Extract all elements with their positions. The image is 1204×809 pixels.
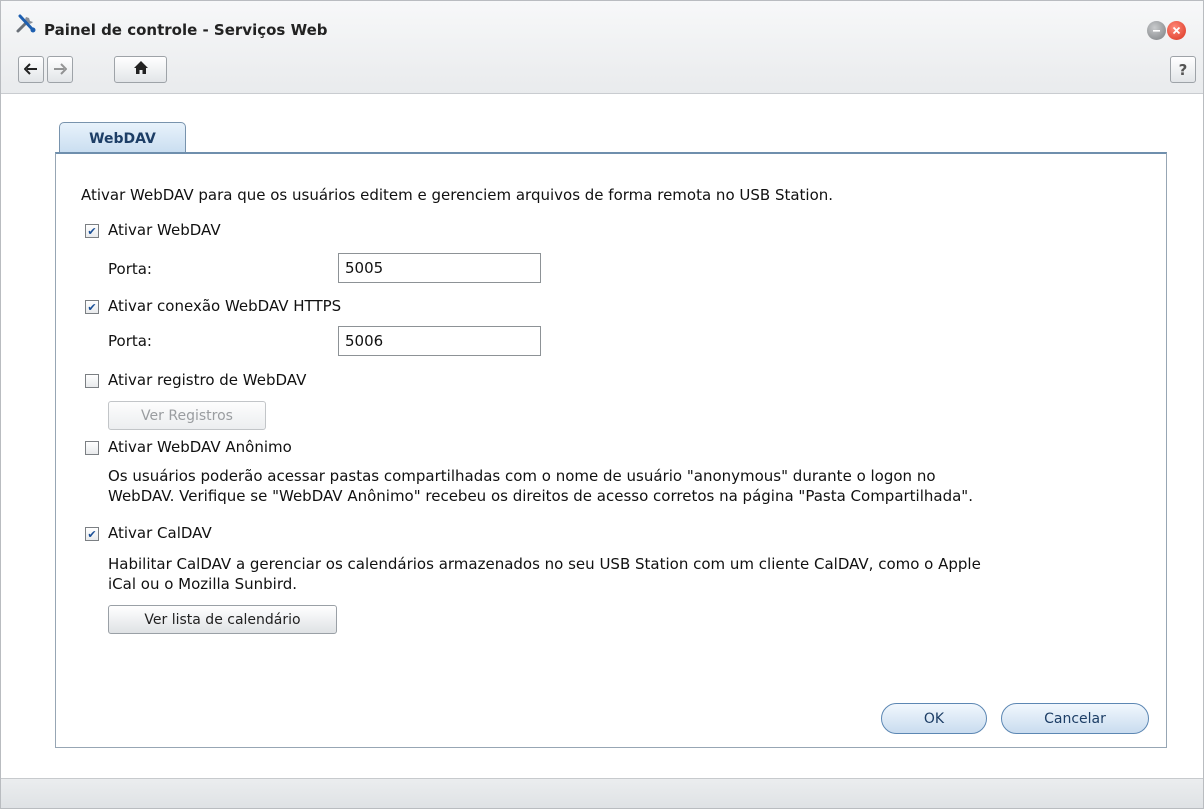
enable-https-checkbox[interactable]: ✔ bbox=[85, 300, 99, 314]
home-button[interactable] bbox=[114, 56, 167, 83]
ok-button[interactable]: OK bbox=[881, 703, 987, 734]
arrow-right-icon bbox=[53, 61, 68, 79]
checkmark-icon: ✔ bbox=[87, 527, 97, 541]
enable-caldav-checkbox[interactable]: ✔ bbox=[85, 527, 99, 541]
webdav-port-label: Porta: bbox=[108, 260, 152, 278]
webdav-port-input[interactable] bbox=[338, 253, 541, 283]
view-logs-button[interactable]: Ver Registros bbox=[108, 401, 266, 430]
cancel-button[interactable]: Cancelar bbox=[1001, 703, 1149, 734]
anonymous-description-line1: Os usuários poderão acessar pastas compa… bbox=[108, 467, 936, 485]
forward-button[interactable] bbox=[47, 56, 73, 83]
tools-icon bbox=[15, 13, 37, 35]
enable-log-label: Ativar registro de WebDAV bbox=[108, 371, 307, 389]
enable-log-checkbox[interactable] bbox=[85, 374, 99, 388]
minimize-icon[interactable] bbox=[1147, 21, 1166, 40]
checkmark-icon: ✔ bbox=[87, 224, 97, 238]
enable-anonymous-checkbox[interactable] bbox=[85, 441, 99, 455]
title-bar: Painel de controle - Serviços Web ? bbox=[1, 1, 1203, 94]
intro-text: Ativar WebDAV para que os usuários edite… bbox=[81, 186, 834, 204]
control-panel-window: Painel de controle - Serviços Web ? WebD… bbox=[0, 0, 1204, 809]
enable-webdav-label: Ativar WebDAV bbox=[108, 221, 221, 239]
enable-caldav-label: Ativar CalDAV bbox=[108, 524, 212, 542]
https-port-label: Porta: bbox=[108, 332, 152, 350]
tab-webdav[interactable]: WebDAV bbox=[59, 122, 186, 154]
caldav-description-line1: Habilitar CalDAV a gerenciar os calendár… bbox=[108, 555, 981, 573]
view-calendar-list-button[interactable]: Ver lista de calendário bbox=[108, 605, 337, 634]
back-button[interactable] bbox=[18, 56, 44, 83]
arrow-left-icon bbox=[23, 61, 38, 79]
close-icon[interactable] bbox=[1167, 21, 1186, 40]
enable-https-label: Ativar conexão WebDAV HTTPS bbox=[108, 297, 342, 315]
help-button[interactable]: ? bbox=[1170, 56, 1196, 83]
checkmark-icon: ✔ bbox=[87, 300, 97, 314]
https-port-input[interactable] bbox=[338, 326, 541, 356]
caldav-description-line2: iCal ou o Mozilla Sunbird. bbox=[108, 575, 298, 593]
anonymous-description-line2: WebDAV. Verifique se "WebDAV Anônimo" re… bbox=[108, 487, 973, 505]
window-title: Painel de controle - Serviços Web bbox=[44, 21, 328, 39]
enable-anonymous-label: Ativar WebDAV Anônimo bbox=[108, 438, 292, 456]
home-icon bbox=[133, 60, 149, 79]
status-bar bbox=[1, 778, 1203, 808]
enable-webdav-checkbox[interactable]: ✔ bbox=[85, 224, 99, 238]
